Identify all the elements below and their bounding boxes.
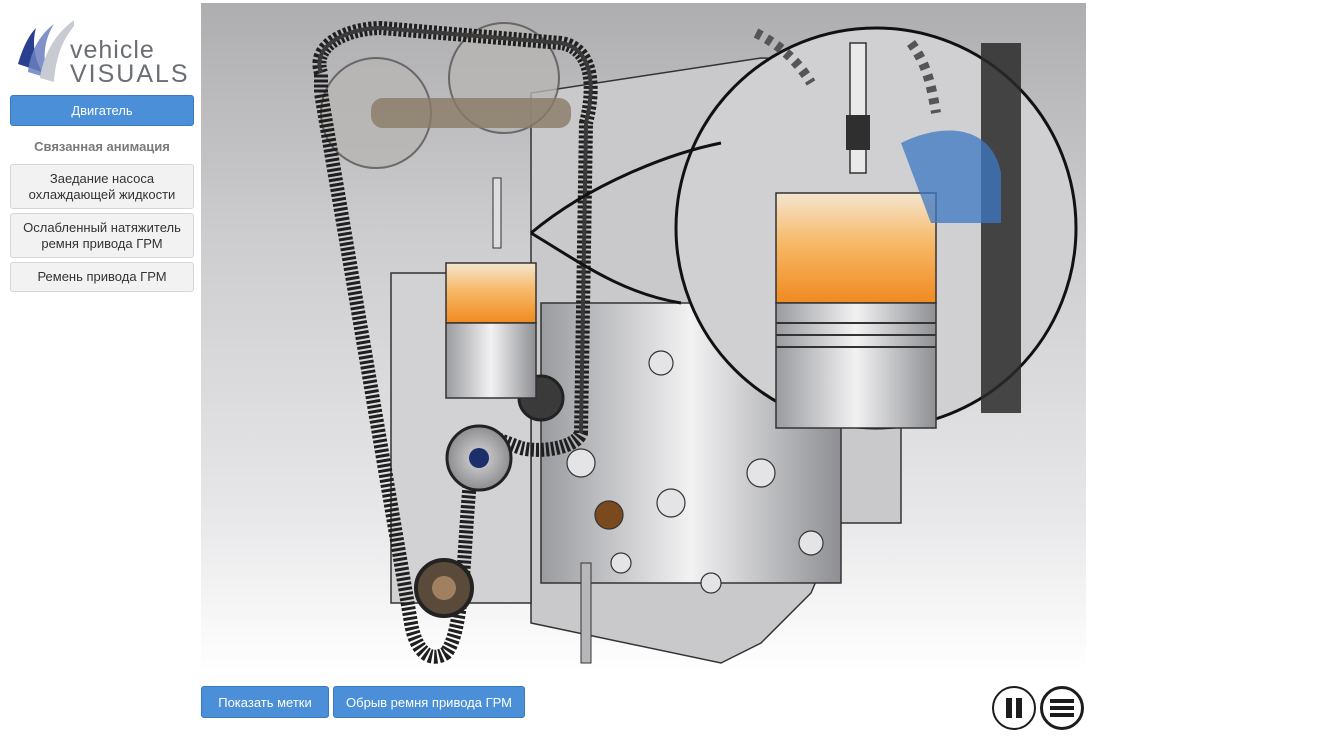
- pause-icon: [1006, 698, 1022, 718]
- timing-belt-break-button[interactable]: Обрыв ремня привода ГРМ: [333, 686, 525, 718]
- logo-mark-icon: [18, 20, 74, 82]
- sidebar-item-label: Ремень привода ГРМ: [37, 269, 167, 284]
- logo-text-visuals: VISUALS: [70, 60, 190, 88]
- pause-button[interactable]: [992, 686, 1036, 730]
- vehicle-visuals-logo: vehicle VISUALS: [14, 6, 190, 88]
- sidebar-item-timing-belt[interactable]: Ремень привода ГРМ: [10, 262, 194, 292]
- menu-icon: [1050, 699, 1074, 717]
- sidebar-item-label: Заедание насоса охлаждающей жидкости: [28, 170, 176, 202]
- engine-illustration: [312, 20, 1078, 664]
- related-animation-title: Связанная анимация: [34, 139, 170, 154]
- sidebar-item-label: Ослабленный натяжитель ремня привода ГРМ: [23, 219, 181, 251]
- menu-button[interactable]: [1040, 686, 1084, 730]
- show-labels-button[interactable]: Показать метки: [201, 686, 329, 718]
- engine-animation-viewer[interactable]: [201, 3, 1086, 672]
- sidebar-item-loose-tensioner[interactable]: Ослабленный натяжитель ремня привода ГРМ: [10, 213, 194, 258]
- sidebar-item-coolant-pump[interactable]: Заедание насоса охлаждающей жидкости: [10, 164, 194, 209]
- engine-button[interactable]: Двигатель: [10, 95, 194, 126]
